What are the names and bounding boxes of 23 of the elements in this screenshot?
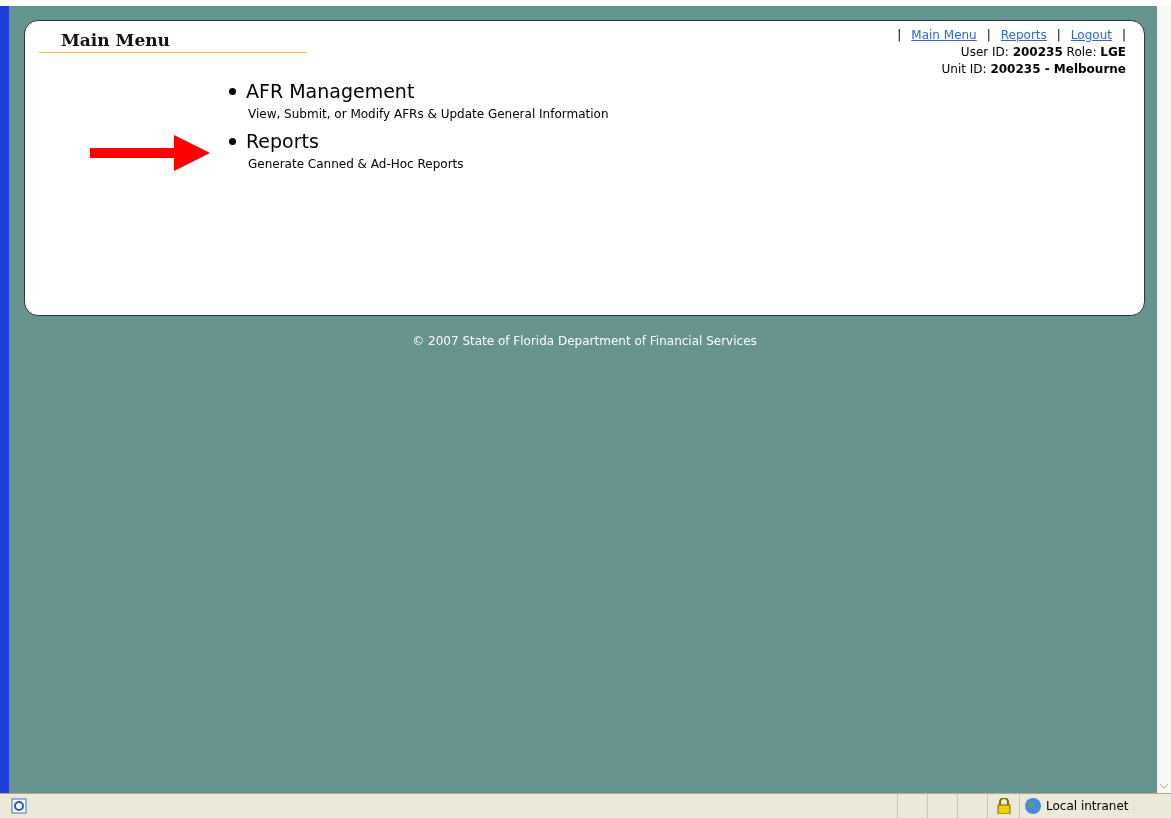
menu-description: View, Submit, or Modify AFRs & Update General Information — [247, 106, 609, 123]
nav-link[interactable]: Reports — [1000, 27, 1047, 44]
nav-separator: | — [897, 27, 902, 44]
menu-link[interactable]: AFR Management — [246, 78, 415, 104]
menu-link[interactable]: Reports — [246, 128, 319, 154]
globe-icon — [1024, 797, 1042, 815]
bullet-icon — [229, 137, 236, 145]
user-info-text: Unit ID: 200235 - Melbourne — [941, 61, 1126, 78]
nav-link[interactable]: Main Menu — [911, 27, 977, 44]
user-info-text: User ID: 200235 Role: LGE — [960, 44, 1126, 61]
copyright-text: © 2007 State of Florida Department of Financial Services — [411, 333, 758, 350]
pointer-arrow-icon — [90, 135, 210, 171]
nav-link[interactable]: Logout — [1070, 27, 1112, 44]
scroll-down-icon[interactable] — [1160, 784, 1168, 789]
nav-separator: | — [986, 27, 991, 44]
zone-label: Local intranet — [1046, 798, 1129, 815]
page-icon — [10, 797, 28, 815]
lock-icon — [996, 798, 1011, 814]
menu-description: Generate Canned & Ad-Hoc Reports — [247, 156, 464, 173]
bullet-icon — [229, 87, 236, 95]
nav-separator: | — [1056, 27, 1061, 44]
page-title: Main Menu — [39, 29, 307, 53]
nav-separator: | — [1121, 27, 1126, 44]
